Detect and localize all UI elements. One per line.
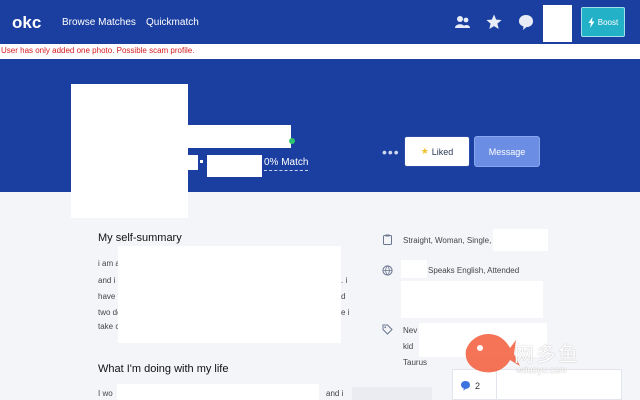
nav-browse-matches[interactable]: Browse Matches: [62, 17, 136, 28]
user-avatar[interactable]: [543, 5, 572, 42]
life-redacted: [117, 384, 319, 400]
logo-text: okc: [12, 13, 41, 32]
watermark-text: 网多鱼: [514, 344, 580, 366]
summary-line: i am a: [98, 259, 120, 268]
summary-line-end: . i: [341, 276, 348, 285]
profile-name-redacted: [188, 125, 291, 148]
nav-quickmatch[interactable]: Quickmatch: [146, 17, 199, 28]
liked-button[interactable]: ★ Liked: [404, 136, 470, 167]
chat-bubble-icon[interactable]: [517, 13, 535, 31]
details-misc: kid: [403, 342, 414, 351]
details-background: Speaks English, Attended: [428, 266, 520, 275]
tag-icon: [382, 324, 393, 335]
life-line: I wo: [98, 389, 113, 398]
top-nav: okc Browse Matches Quickmatch Boost: [0, 0, 640, 44]
message-button[interactable]: Message: [474, 136, 540, 167]
details-misc: Nev: [403, 326, 418, 335]
basics-redacted: [493, 229, 548, 251]
lightning-icon: [588, 16, 595, 28]
boost-button[interactable]: Boost: [581, 7, 625, 37]
online-indicator: [289, 138, 295, 144]
scam-warning-bar: User has only added one photo. Possible …: [0, 44, 640, 59]
summary-line-end: e i: [341, 308, 350, 317]
profile-photo[interactable]: [71, 84, 188, 218]
summary-redacted: [118, 246, 341, 343]
life-line-end: and i: [326, 389, 344, 398]
summary-line: have t: [98, 292, 120, 301]
profile-info-redacted: [188, 155, 198, 170]
summary-line-end: d: [341, 292, 346, 301]
summary-line: and i l: [98, 276, 120, 285]
liked-label: Liked: [431, 146, 454, 157]
people-icon[interactable]: [453, 13, 471, 31]
self-summary-heading: My self-summary: [98, 232, 182, 244]
more-options-icon[interactable]: •••: [382, 144, 400, 160]
summary-line: take c: [98, 322, 120, 331]
star-icon[interactable]: [485, 13, 503, 31]
scam-warning-text: User has only added one photo. Possible …: [1, 46, 195, 55]
background-redacted-b: [401, 281, 543, 318]
liked-star-icon: ★: [420, 146, 429, 156]
watermark-url: wduoyu.com: [516, 365, 567, 375]
details-sign: Taurus: [403, 358, 428, 367]
profile-location-redacted: [207, 155, 262, 177]
life-heading: What I'm doing with my life: [98, 363, 229, 375]
separator-dot: [200, 160, 203, 163]
message-label: Message: [488, 146, 526, 157]
match-percentage[interactable]: 0% Match: [264, 157, 309, 171]
message-count-value: 2: [475, 380, 481, 391]
details-basics: Straight, Woman, Single,: [403, 236, 492, 245]
boost-label: Boost: [597, 17, 619, 27]
clipboard-icon: [383, 234, 392, 245]
side-card-edge: [352, 387, 432, 400]
okc-logo[interactable]: okc: [11, 10, 46, 34]
background-redacted-a: [401, 260, 427, 278]
globe-icon: [382, 265, 393, 276]
